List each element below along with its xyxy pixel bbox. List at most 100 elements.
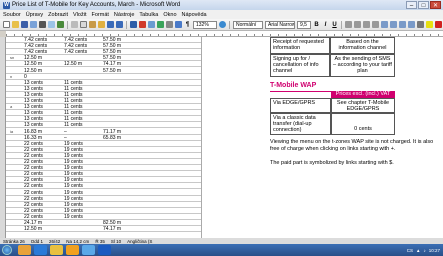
table-cell: 13 cents	[24, 98, 43, 104]
show-formatting-icon[interactable]: ¶	[184, 22, 191, 28]
table-cell: 11 cents	[64, 85, 83, 92]
table-cell: 22 cents	[24, 152, 43, 159]
ruler-tick	[302, 34, 303, 36]
menu-view[interactable]: Zobrazit	[48, 12, 68, 18]
ruler-tick	[214, 34, 215, 36]
media-player-icon[interactable]	[66, 245, 79, 255]
increase-indent-icon[interactable]	[408, 21, 415, 28]
table-cell: 57.50 m	[103, 49, 122, 56]
copy-icon[interactable]	[80, 21, 87, 28]
menu-format[interactable]: Formát	[92, 12, 109, 18]
info-channel-cell: Based on the information channel	[330, 37, 395, 54]
save-icon[interactable]	[21, 21, 28, 28]
drawing-icon[interactable]	[175, 21, 182, 28]
network-icon[interactable]: ▲	[416, 248, 420, 253]
menu-help[interactable]: Nápověda	[182, 12, 207, 18]
print-icon[interactable]	[39, 21, 46, 28]
menu-file[interactable]: Soubor	[3, 12, 21, 18]
word-app-icon[interactable]: W	[3, 1, 10, 9]
permission-icon[interactable]	[30, 21, 37, 28]
taskbar: CS ▲ ♪ 10:27	[0, 244, 443, 256]
table-cell: 19 cents	[64, 146, 83, 153]
underline-button[interactable]: U	[331, 22, 338, 28]
undo-icon[interactable]	[107, 21, 114, 28]
close-button[interactable]: ✕	[430, 1, 441, 9]
ruler-tick	[326, 34, 327, 36]
explorer-icon[interactable]	[50, 245, 63, 255]
decrease-indent-icon[interactable]	[399, 21, 406, 28]
new-document-icon[interactable]	[3, 21, 10, 28]
align-right-icon[interactable]	[363, 21, 370, 28]
document-page[interactable]: 7.42 cents 7.42 cents 57.50 m 7.42 cents 7.4…	[6, 37, 443, 238]
table-cell: 12.50 m	[24, 67, 43, 74]
ruler-tick	[238, 34, 239, 36]
maximize-button[interactable]: □	[418, 1, 429, 9]
hyperlink-icon[interactable]	[130, 21, 137, 28]
font-color-icon[interactable]	[435, 21, 442, 28]
status-section: Odd 1	[30, 238, 44, 244]
align-center-icon[interactable]	[354, 21, 361, 28]
italic-button[interactable]: I	[322, 22, 329, 28]
justify-icon[interactable]	[372, 21, 379, 28]
status-language[interactable]: Angličtina (S	[127, 239, 152, 244]
zoom-select[interactable]: 132%	[193, 20, 217, 29]
table-cell: 65.83 m	[103, 134, 122, 141]
format-painter-icon[interactable]	[98, 21, 105, 28]
internet-explorer-icon[interactable]	[34, 245, 47, 255]
bold-button[interactable]: B	[313, 22, 320, 28]
skype-icon[interactable]	[82, 245, 95, 255]
table-row: 12.50 m 74.17 m	[6, 226, 201, 233]
menu-edit[interactable]: Úpravy	[26, 12, 43, 18]
tables-borders-icon[interactable]	[139, 21, 146, 28]
table-cell: 22 cents	[24, 189, 43, 196]
ruler-tick	[118, 34, 119, 36]
table-cell: 0	[24, 73, 27, 80]
word-taskbar-icon[interactable]	[98, 245, 111, 255]
menu-window[interactable]: Okno	[163, 12, 176, 18]
paste-icon[interactable]	[89, 21, 96, 28]
clock[interactable]: 10:27	[429, 248, 440, 253]
ruler-tick	[134, 34, 135, 36]
table-cell: 19 cents	[64, 159, 83, 165]
insert-excel-icon[interactable]	[157, 21, 164, 28]
font-select[interactable]: Arial Narrow	[265, 20, 295, 29]
cut-icon[interactable]	[71, 21, 78, 28]
ruler-tick	[150, 34, 151, 36]
table-cell: 13 cents	[24, 116, 43, 123]
border-icon[interactable]	[417, 21, 424, 28]
highlight-icon[interactable]	[426, 21, 433, 28]
redo-icon[interactable]	[116, 21, 123, 28]
align-left-icon[interactable]	[345, 21, 352, 28]
menu-insert[interactable]: Vložit	[73, 12, 86, 18]
browser-icon[interactable]	[18, 245, 31, 255]
font-size-select[interactable]: 9,5	[297, 20, 311, 29]
table-cell: 71.17 m	[103, 128, 122, 135]
columns-icon[interactable]	[166, 21, 173, 28]
ruler-tick	[350, 34, 351, 36]
numbering-icon[interactable]	[381, 21, 388, 28]
help-icon[interactable]	[219, 21, 226, 28]
menu-tools[interactable]: Nástroje	[114, 12, 134, 18]
print-preview-icon[interactable]	[48, 21, 55, 28]
table-cell: 22 cents	[24, 159, 43, 165]
table-cell: 11 cents	[64, 104, 83, 111]
table-cell: 19 cents	[64, 177, 83, 184]
spelling-icon[interactable]	[57, 21, 64, 28]
minimize-button[interactable]: –	[406, 1, 417, 9]
table-cell: 11 cents	[64, 122, 83, 129]
table-cell: 74.17 m	[103, 226, 122, 233]
insert-table-icon[interactable]	[148, 21, 155, 28]
open-folder-icon[interactable]	[12, 21, 19, 28]
start-button[interactable]	[2, 245, 12, 255]
status-line: Ř 35	[95, 238, 105, 244]
bullets-icon[interactable]	[390, 21, 397, 28]
ruler-tick	[22, 34, 23, 36]
toolbar: ¶ 132% Normální Arial Narrow 9,5 B I U	[0, 19, 443, 31]
table-cell: 57.50 m	[103, 67, 122, 74]
table-cell: 22 cents	[24, 146, 43, 153]
language-indicator[interactable]: CS	[407, 248, 413, 253]
style-select[interactable]: Normální	[233, 20, 263, 29]
menu-table[interactable]: Tabulka	[139, 12, 158, 18]
table-cell: 74.17 m	[103, 61, 122, 68]
volume-icon[interactable]: ♪	[423, 248, 425, 253]
